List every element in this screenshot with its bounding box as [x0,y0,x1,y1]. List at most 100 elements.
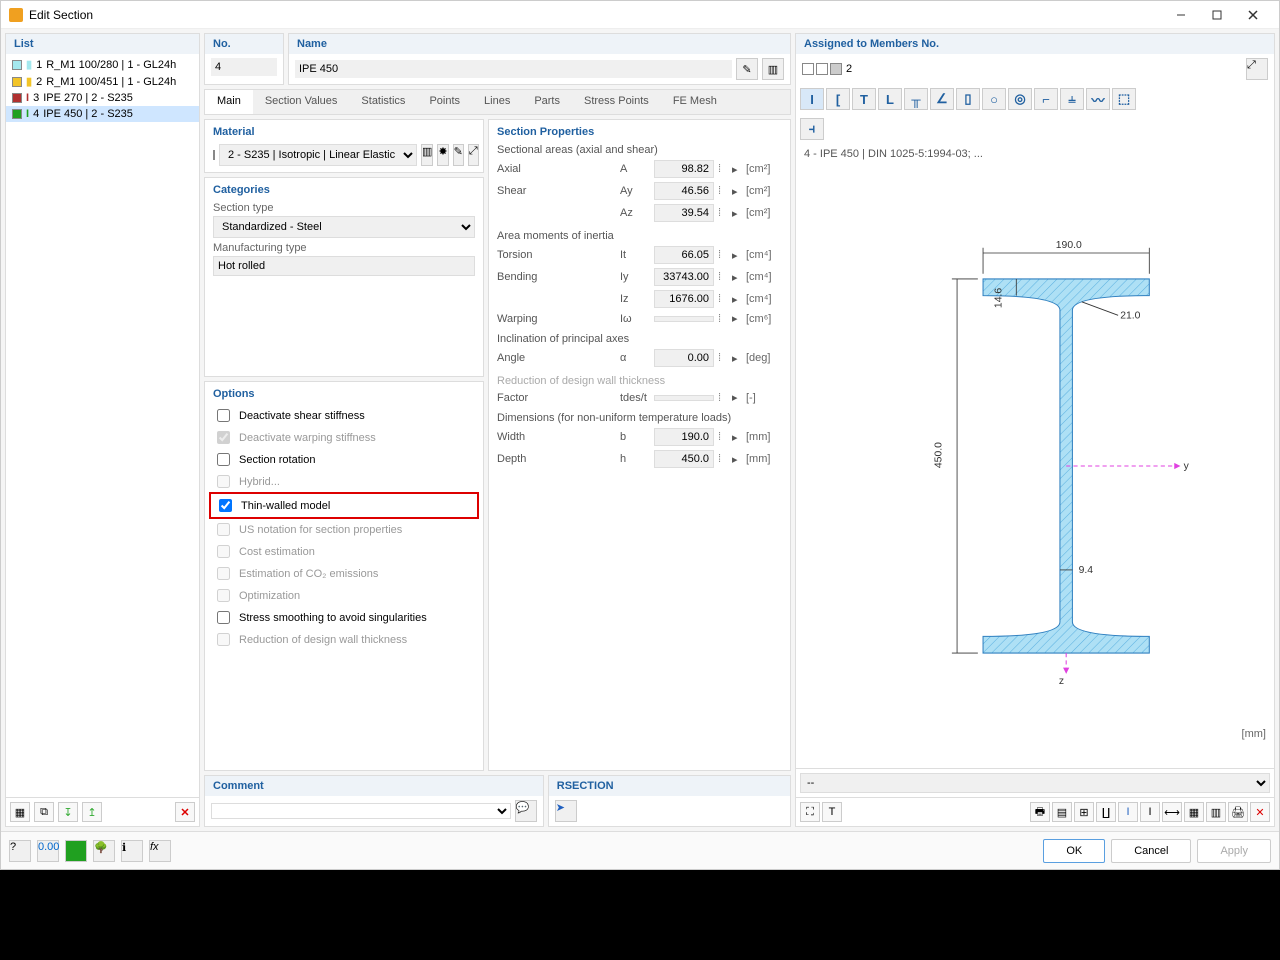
spinner-icon[interactable]: ⁞ [718,185,728,197]
menu-arrow-icon[interactable]: ▸ [732,207,742,220]
name-edit-button[interactable]: ✎ [736,58,758,80]
new-section-button[interactable]: ▦ [10,802,30,822]
copy-section-button[interactable]: ⧉ [34,802,54,822]
shape-double-i-button[interactable]: ⫨ [1060,88,1084,110]
prop-value[interactable]: 98.82 [654,160,714,178]
view-section2-button[interactable]: I [1140,802,1160,822]
tab-lines[interactable]: Lines [472,90,522,114]
view-cs-button[interactable]: ⊞ [1074,802,1094,822]
tab-statistics[interactable]: Statistics [349,90,417,114]
rsection-open-button[interactable]: ➤ [555,800,577,822]
units-button[interactable]: 0.00 [37,840,59,862]
view-fit-button[interactable]: ⛶ [800,802,820,822]
shape-angle-button[interactable]: ∠ [930,88,954,110]
help-button[interactable]: ? [9,840,31,862]
shape-i-button[interactable]: I [800,88,824,110]
spinner-icon[interactable]: ⁞ [718,207,728,219]
menu-arrow-icon[interactable]: ▸ [732,431,742,444]
tab-section-values[interactable]: Section Values [253,90,350,114]
material-lib-button[interactable]: ▥ [421,144,433,166]
shape-t-button[interactable]: T [852,88,876,110]
option-checkbox[interactable] [217,453,230,466]
preview-canvas[interactable]: 190.0 450.0 14.6 21.0 9.4 [796,164,1274,768]
material-pick-button[interactable]: ⤢ [468,144,479,166]
option-checkbox[interactable] [217,409,230,422]
prop-value[interactable]: 190.0 [654,428,714,446]
spinner-icon[interactable]: ⁞ [718,453,728,465]
shape-rect-button[interactable]: ▯ [956,88,980,110]
spinner-icon[interactable]: ⁞ [718,271,728,283]
spinner-icon[interactable]: ⁞ [718,431,728,443]
fx-button[interactable]: fx [149,840,171,862]
shape-tt-button[interactable]: ╥ [904,88,928,110]
shape-dot-button[interactable]: ⬚ [1112,88,1136,110]
list-item[interactable]: I 3 IPE 270 | 2 - S235 [6,90,199,106]
menu-arrow-icon[interactable]: ▸ [732,163,742,176]
close-button[interactable] [1235,3,1271,27]
cancel-button[interactable]: Cancel [1111,839,1191,863]
view-section-button[interactable]: I [1118,802,1138,822]
prop-value[interactable]: 39.54 [654,204,714,222]
menu-arrow-icon[interactable]: ▸ [732,293,742,306]
shape-circle-button[interactable]: ○ [982,88,1006,110]
menu-arrow-icon[interactable]: ▸ [732,352,742,365]
info-button[interactable]: ℹ [121,840,143,862]
menu-arrow-icon[interactable]: ▸ [732,185,742,198]
assigned-pick-button[interactable]: ⤢ [1246,58,1268,80]
view-printer-button[interactable]: 🖨 [1228,802,1248,822]
material-edit-button[interactable]: ✎ [453,144,464,166]
no-input[interactable] [211,58,277,76]
name-input[interactable] [295,60,732,78]
spinner-icon[interactable]: ⁞ [718,249,728,261]
shape-wave-button[interactable]: 〰 [1086,88,1110,110]
minimize-button[interactable] [1163,3,1199,27]
tab-points[interactable]: Points [417,90,472,114]
spinner-icon[interactable]: ⁞ [718,352,728,364]
preview-dropdown[interactable]: -- [800,773,1270,793]
view-export-button[interactable]: ▤ [1052,802,1072,822]
shape-ring-button[interactable]: ◎ [1008,88,1032,110]
maximize-button[interactable] [1199,3,1235,27]
material-select[interactable]: 2 - S235 | Isotropic | Linear Elastic [219,144,417,166]
tree-button[interactable]: 🌳 [93,840,115,862]
list-item[interactable]: ▮ 1 R_M1 100/280 | 1 - GL24h [6,56,199,73]
tab-stress-points[interactable]: Stress Points [572,90,661,114]
view-text-button[interactable]: T [822,802,842,822]
delete-button[interactable]: ✕ [175,802,195,822]
section-type-select[interactable]: Standardized - Steel [213,216,475,238]
view-color-button[interactable]: ▥ [1206,802,1226,822]
material-new-button[interactable]: ✸ [437,144,448,166]
option-checkbox[interactable] [219,499,232,512]
prop-value[interactable]: 1676.00 [654,290,714,308]
comment-edit-button[interactable]: 💬 [515,800,537,822]
color-button[interactable] [65,840,87,862]
prop-value[interactable]: 33743.00 [654,268,714,286]
prop-value[interactable]: 46.56 [654,182,714,200]
shape-z-button[interactable]: ⌐ [1034,88,1058,110]
view-axes-button[interactable]: ∐ [1096,802,1116,822]
menu-arrow-icon[interactable]: ▸ [732,271,742,284]
view-print-button[interactable]: 🖶 [1030,802,1050,822]
tab-main[interactable]: Main [205,90,253,114]
menu-arrow-icon[interactable]: ▸ [732,249,742,262]
menu-arrow-icon[interactable]: ▸ [732,453,742,466]
tab-fe-mesh[interactable]: FE Mesh [661,90,729,114]
prop-value[interactable]: 0.00 [654,349,714,367]
tab-parts[interactable]: Parts [522,90,572,114]
shape-c-button[interactable]: [ [826,88,850,110]
include-button[interactable]: ↧ [58,802,78,822]
apply-button[interactable]: Apply [1197,839,1271,863]
spinner-icon[interactable]: ⁞ [718,163,728,175]
list-item[interactable]: I 4 IPE 450 | 2 - S235 [6,106,199,122]
name-library-button[interactable]: ▥ [762,58,784,80]
spinner-icon[interactable]: ⁞ [718,293,728,305]
exclude-button[interactable]: ↥ [82,802,102,822]
shape-l-button[interactable]: L [878,88,902,110]
shape-custom-button[interactable]: ⫞ [800,118,824,140]
prop-value[interactable]: 66.05 [654,246,714,264]
view-dims-button[interactable]: ⟷ [1162,802,1182,822]
comment-input[interactable] [211,803,511,819]
view-grid-button[interactable]: ▦ [1184,802,1204,822]
ok-button[interactable]: OK [1043,839,1105,863]
list-item[interactable]: ▮ 2 R_M1 100/451 | 1 - GL24h [6,73,199,90]
